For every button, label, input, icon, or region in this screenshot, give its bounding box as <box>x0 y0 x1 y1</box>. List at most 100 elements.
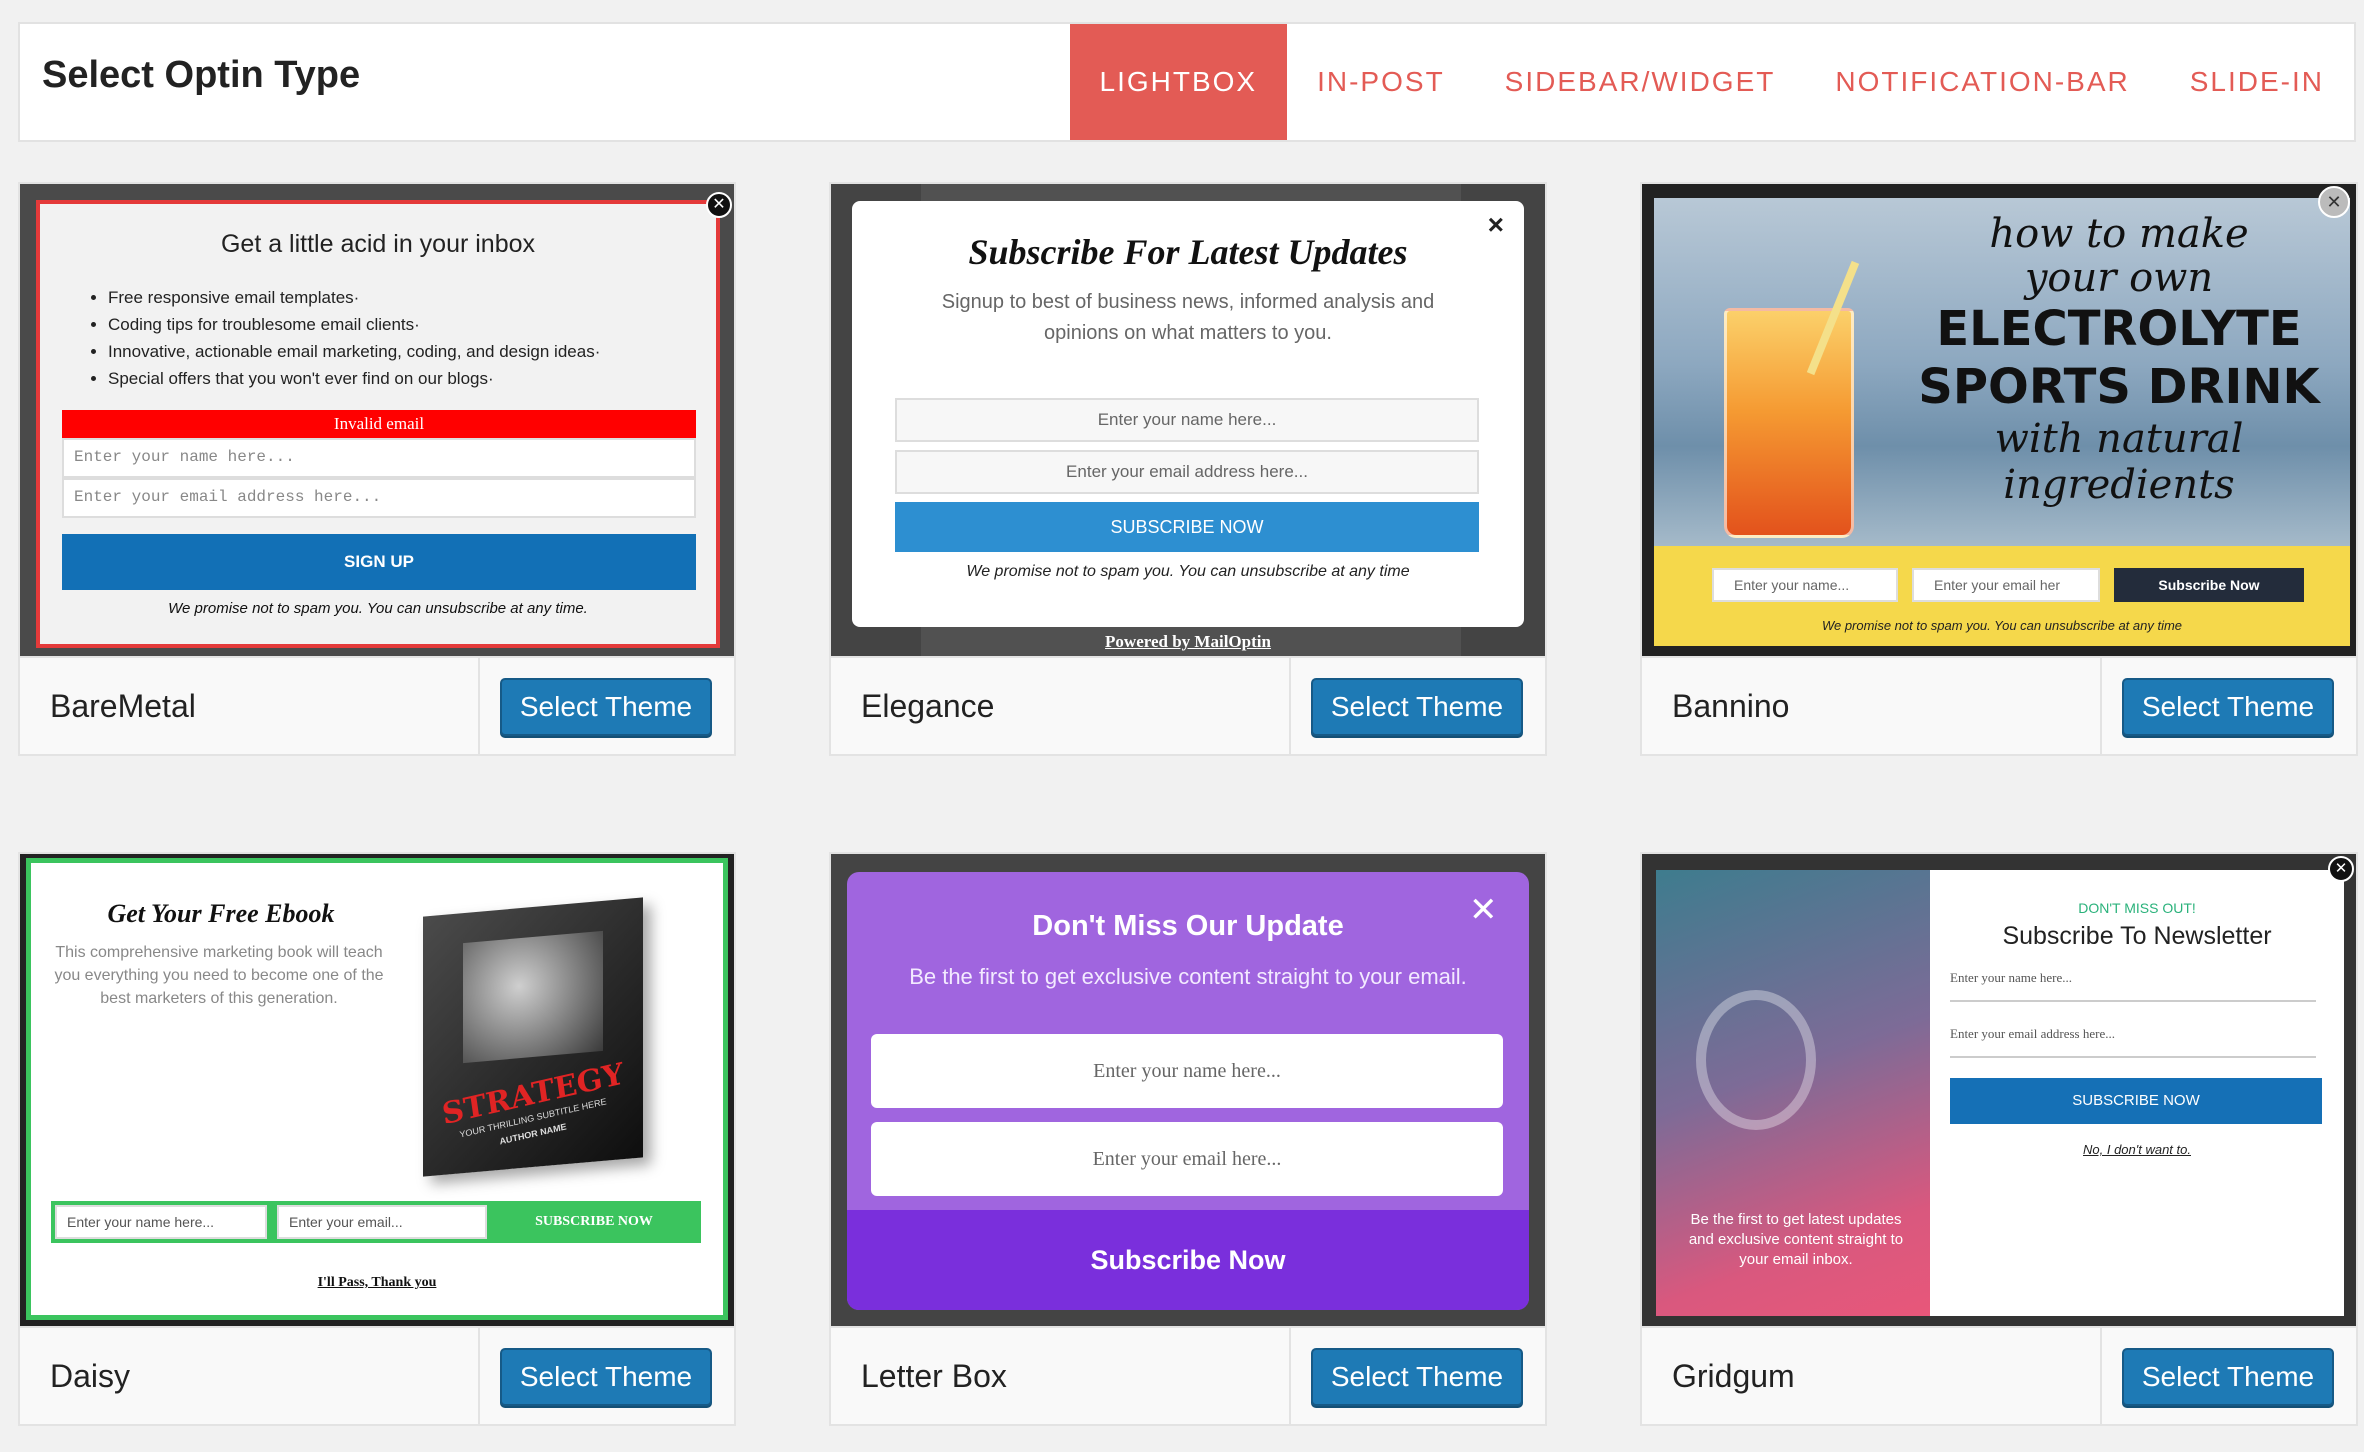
footer-divider <box>2100 1328 2102 1424</box>
side-text: Be the first to get latest updates and e… <box>1688 1211 1904 1268</box>
theme-card-letter-box: Don't Miss Our Update Be the first to ge… <box>829 852 1547 1426</box>
theme-preview: Get Your Free Ebook This comprehensive m… <box>20 854 734 1326</box>
theme-preview: Don't Miss Our Update Be the first to ge… <box>831 854 1545 1326</box>
theme-name: Bannino <box>1672 688 1790 724</box>
email-input[interactable]: Enter your email address here... <box>1950 1026 2316 1058</box>
close-icon[interactable]: ✕ <box>1469 890 1498 930</box>
optin-box: Get Your Free Ebook This comprehensive m… <box>26 858 728 1320</box>
name-input[interactable]: Enter your name here... <box>62 438 696 478</box>
footer-divider <box>1289 658 1291 754</box>
subscribe-button[interactable]: SUBSCRIBE NOW <box>1950 1078 2322 1124</box>
error-message: Invalid email <box>62 410 696 438</box>
subscribe-button[interactable]: Subscribe Now <box>2114 568 2304 602</box>
subscribe-button[interactable]: SUBSCRIBE NOW <box>895 502 1479 552</box>
privacy-note: We promise not to spam you. You can unsu… <box>966 563 1410 580</box>
name-input[interactable]: Enter your name here... <box>1950 970 2316 1002</box>
optin-description: Signup to best of business news, informe… <box>941 291 1435 344</box>
privacy-note: We promise not to spam you. You can unsu… <box>168 600 588 617</box>
optin-box: Don't Miss Our Update Be the first to ge… <box>847 872 1529 1310</box>
theme-card-daisy: Get Your Free Ebook This comprehensive m… <box>18 852 736 1426</box>
theme-name: Elegance <box>861 688 995 724</box>
select-theme-button[interactable]: Select Theme <box>500 1348 712 1406</box>
theme-card-baremetal: Get a little acid in your inbox Free res… <box>18 182 736 756</box>
email-input[interactable]: Enter your email... <box>277 1205 487 1239</box>
subscribe-button[interactable]: Subscribe Now <box>847 1210 1529 1310</box>
headline-line: your own <box>2024 255 2214 301</box>
tab-notification-bar[interactable]: NOTIFICATION-BAR <box>1805 24 2159 140</box>
theme-card-bannino: how to make your own ELECTROLYTE SPORTS … <box>1640 182 2358 756</box>
optin-kicker: DON'T MISS OUT! <box>2078 900 2196 916</box>
sign-up-button[interactable]: SIGN UP <box>62 534 696 590</box>
optin-type-tabs: LIGHTBOX IN-POST SIDEBAR/WIDGET NOTIFICA… <box>1069 24 2354 140</box>
email-input[interactable]: Enter your email her <box>1912 568 2100 602</box>
headline-line: ingredients <box>2003 462 2235 508</box>
form-bar: Enter your name... Enter your email her … <box>1654 546 2350 646</box>
optin-heading: Get a little acid in your inbox <box>220 230 536 258</box>
inline-form: Enter your name here... Enter your email… <box>51 1201 701 1243</box>
theme-card-footer: Letter Box Select Theme <box>831 1326 1545 1424</box>
theme-preview: Be the first to get latest updates and e… <box>1642 854 2356 1326</box>
optin-description: This comprehensive marketing book will t… <box>54 944 384 1007</box>
footer-divider <box>478 1328 480 1424</box>
select-theme-button[interactable]: Select Theme <box>2122 1348 2334 1406</box>
theme-preview: Subscribe For Latest Updates Signup to b… <box>831 184 1545 656</box>
name-input[interactable]: Enter your name... <box>1712 568 1898 602</box>
name-input[interactable]: Enter your name here... <box>895 398 1479 442</box>
select-theme-button[interactable]: Select Theme <box>1311 1348 1523 1406</box>
decline-link[interactable]: I'll Pass, Thank you <box>31 1275 723 1291</box>
theme-card-footer: Elegance Select Theme <box>831 656 1545 754</box>
select-theme-button[interactable]: Select Theme <box>2122 678 2334 736</box>
footer-divider <box>2100 658 2102 754</box>
powered-by-link[interactable]: Powered by MailOptin <box>831 632 1545 652</box>
theme-card-elegance: Subscribe For Latest Updates Signup to b… <box>829 182 1547 756</box>
optin-description: Be the first to get exclusive content st… <box>909 964 1467 989</box>
athlete-image: Be the first to get latest updates and e… <box>1656 870 1930 1316</box>
close-icon[interactable]: ✕ <box>706 192 732 218</box>
theme-name: BareMetal <box>50 688 196 724</box>
theme-card-footer: BareMetal Select Theme <box>20 656 734 754</box>
tab-lightbox[interactable]: LIGHTBOX <box>1069 24 1288 140</box>
list-item: Special offers that you won't ever find … <box>108 365 600 392</box>
benefit-list: Free responsive email templates· Coding … <box>108 284 600 392</box>
subscribe-button[interactable]: SUBSCRIBE NOW <box>491 1201 697 1243</box>
list-item: Free responsive email templates· <box>108 284 600 311</box>
footer-divider <box>1289 1328 1291 1424</box>
optin-heading: Subscribe For Latest Updates <box>968 232 1408 272</box>
list-item: Innovative, actionable email marketing, … <box>108 338 600 365</box>
close-icon[interactable]: ✕ <box>2318 186 2350 218</box>
theme-name: Gridgum <box>1672 1358 1795 1394</box>
theme-name: Daisy <box>50 1358 131 1394</box>
optin-heading: Get Your Free Ebook <box>107 899 335 928</box>
theme-name: Letter Box <box>861 1358 1007 1394</box>
close-icon[interactable]: ✕ <box>2328 856 2354 882</box>
select-theme-button[interactable]: Select Theme <box>500 678 712 736</box>
optin-heading: Subscribe To Newsletter <box>2002 922 2272 950</box>
name-input[interactable]: Enter your name here... <box>55 1205 267 1239</box>
select-theme-button[interactable]: Select Theme <box>1311 678 1523 736</box>
theme-card-footer: Daisy Select Theme <box>20 1326 734 1424</box>
decline-link[interactable]: No, I don't want to. <box>1930 1142 2344 1157</box>
headline-line: with natural <box>1994 416 2244 462</box>
list-item: Coding tips for troublesome email client… <box>108 311 600 338</box>
headline-line: how to make <box>1989 211 2249 257</box>
theme-card-gridgum: Be the first to get latest updates and e… <box>1640 852 2358 1426</box>
footer-divider <box>478 658 480 754</box>
email-input[interactable]: Enter your email address here... <box>895 450 1479 494</box>
optin-type-header: Select Optin Type LIGHTBOX IN-POST SIDEB… <box>18 22 2356 142</box>
email-input[interactable]: Enter your email here... <box>871 1122 1503 1196</box>
name-input[interactable]: Enter your name here... <box>871 1034 1503 1108</box>
close-icon[interactable]: × <box>1488 209 1504 241</box>
tab-slide-in[interactable]: SLIDE-IN <box>2160 24 2354 140</box>
tab-sidebar-widget[interactable]: SIDEBAR/WIDGET <box>1475 24 1806 140</box>
theme-card-footer: Gridgum Select Theme <box>1642 1326 2356 1424</box>
headline-line: SPORTS DRINK <box>1918 359 2320 415</box>
privacy-note: We promise not to spam you. You can unsu… <box>1821 618 2183 633</box>
tab-in-post[interactable]: IN-POST <box>1287 24 1475 140</box>
headline-line: ELECTROLYTE <box>1936 301 2302 357</box>
theme-card-footer: Bannino Select Theme <box>1642 656 2356 754</box>
page-title: Select Optin Type <box>42 54 361 96</box>
theme-preview: Get a little acid in your inbox Free res… <box>20 184 734 656</box>
email-input[interactable]: Enter your email address here... <box>62 478 696 518</box>
ebook-cover-image: STRATEGY YOUR THRILLING SUBTITLE HERE AU… <box>423 897 643 1177</box>
optin-box: DON'T MISS OUT! Subscribe To Newsletter … <box>1930 870 2344 1316</box>
